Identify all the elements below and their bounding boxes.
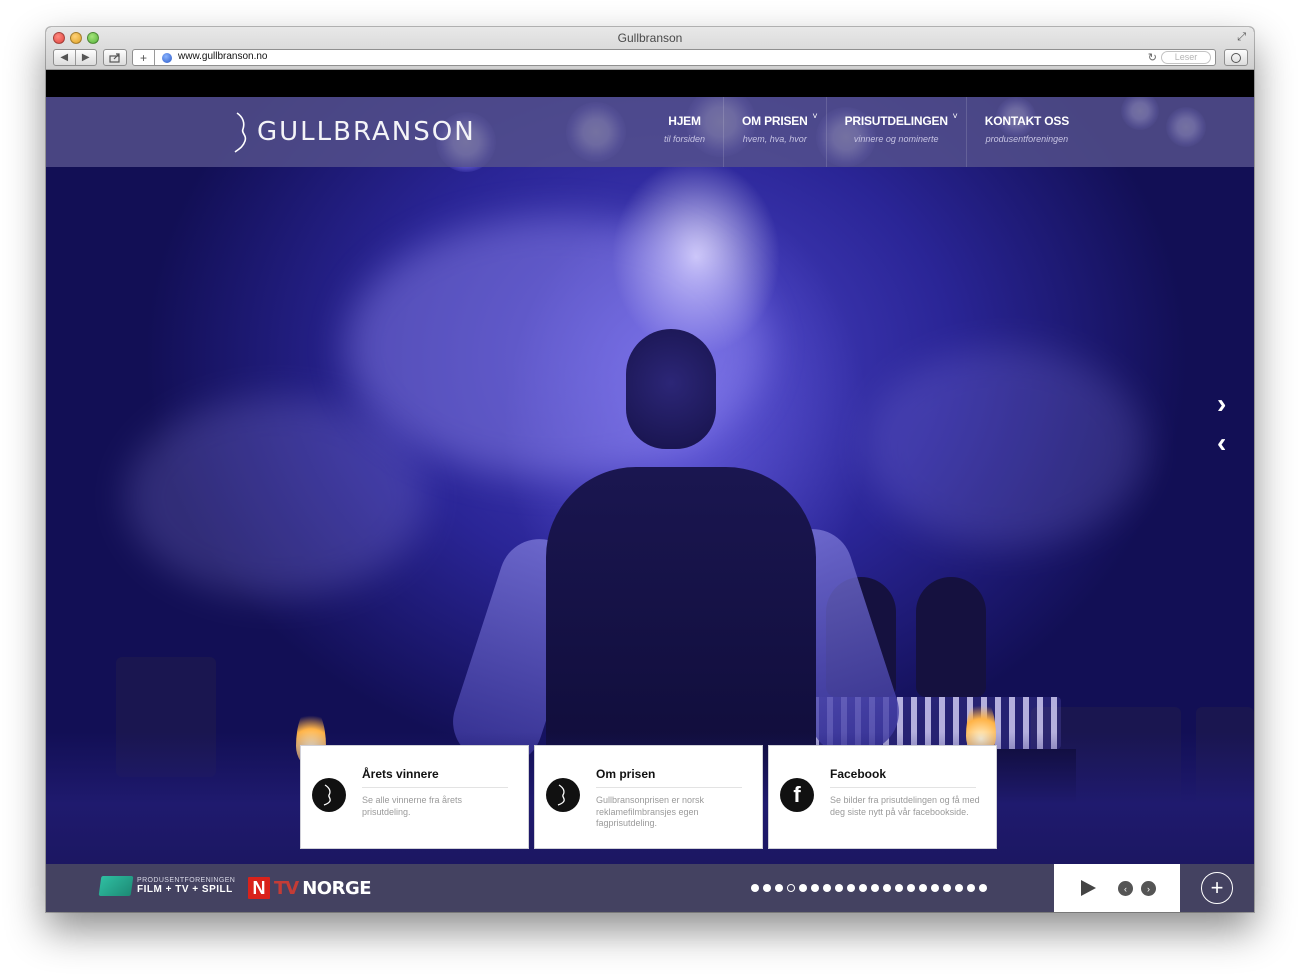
share-icon bbox=[109, 52, 120, 63]
slide-dot[interactable] bbox=[919, 884, 927, 892]
produsentforeningen-logo[interactable]: PRODUSENTFORENINGEN FILM + TV + SPILL bbox=[98, 876, 236, 896]
slideshow-controls: ‹ › bbox=[1054, 864, 1180, 912]
card-text: Se alle vinnerne fra årets prisutdeling. bbox=[362, 795, 463, 817]
nav-label: HJEM bbox=[668, 114, 701, 128]
forward-arrow-icon[interactable]: ▶ bbox=[76, 52, 97, 63]
nav-label: OM PRISEN bbox=[742, 114, 808, 128]
slide-dot[interactable] bbox=[811, 884, 819, 892]
nav-subtitle: til forsiden bbox=[664, 134, 706, 144]
divider bbox=[596, 787, 742, 788]
slide-dot[interactable] bbox=[967, 884, 975, 892]
slide-dot[interactable] bbox=[931, 884, 939, 892]
slide-dot[interactable] bbox=[775, 884, 783, 892]
slide-dot[interactable] bbox=[871, 884, 879, 892]
slide-dot[interactable] bbox=[955, 884, 963, 892]
footer-bar: PRODUSENTFORENINGEN FILM + TV + SPILL N … bbox=[46, 864, 1254, 912]
card-text: Gullbransonprisen er norsk reklamefilmbr… bbox=[596, 795, 705, 828]
performer-head bbox=[626, 329, 716, 449]
card-title: Facebook bbox=[830, 767, 887, 781]
next-slide-arrow-icon[interactable]: › bbox=[1217, 390, 1226, 418]
card-title: Om prisen bbox=[596, 767, 656, 781]
add-bookmark-icon[interactable]: + bbox=[133, 50, 155, 65]
main-nav: HJEM til forsiden ˅ OM PRISEN hvem, hva,… bbox=[646, 97, 1087, 167]
card-facebook[interactable]: f Facebook Se bilder fra prisutdelingen … bbox=[768, 745, 997, 849]
next-icon[interactable]: › bbox=[1141, 881, 1156, 896]
slide-dot[interactable] bbox=[835, 884, 843, 892]
page-viewport: GULLBRANSON HJEM til forsiden ˅ OM PRISE… bbox=[46, 71, 1254, 912]
divider bbox=[362, 787, 508, 788]
facebook-icon: f bbox=[780, 778, 814, 812]
slide-dot[interactable] bbox=[799, 884, 807, 892]
nav-item-prisutdelingen[interactable]: ˅ PRISUTDELINGEN vinnere og nominerte bbox=[827, 97, 967, 167]
smoke-haze bbox=[126, 397, 426, 597]
logo-norge-text: NORGE bbox=[302, 877, 372, 899]
gullbranson-mark-icon bbox=[312, 778, 346, 812]
slide-dot[interactable] bbox=[883, 884, 891, 892]
slide-dot[interactable] bbox=[823, 884, 831, 892]
site-logo[interactable]: GULLBRANSON bbox=[233, 111, 476, 153]
reader-button[interactable]: Leser bbox=[1161, 51, 1211, 64]
share-button[interactable] bbox=[103, 49, 127, 66]
slide-dot[interactable] bbox=[847, 884, 855, 892]
card-text: Se bilder fra prisutdelingen og få med d… bbox=[830, 795, 980, 817]
back-forward-group: ◀ ▶ bbox=[53, 49, 97, 66]
nav-subtitle: produsentforeningen bbox=[985, 134, 1069, 144]
musician bbox=[916, 577, 986, 697]
back-arrow-icon[interactable]: ◀ bbox=[54, 52, 75, 63]
slide-dot[interactable] bbox=[787, 884, 795, 892]
logo-small-text: PRODUSENTFORENINGEN bbox=[137, 877, 236, 884]
play-icon[interactable] bbox=[1081, 880, 1096, 896]
title-bar: Gullbranson ⤢ ◀ ▶ + www.gullbranson.no ↻… bbox=[46, 27, 1254, 70]
previous-slide-arrow-icon[interactable]: ‹ bbox=[1217, 429, 1226, 457]
site-header: GULLBRANSON HJEM til forsiden ˅ OM PRISE… bbox=[46, 97, 1254, 167]
gullbranson-mark-icon bbox=[234, 112, 247, 153]
logo-tv-text: TV bbox=[274, 877, 299, 899]
smoke-haze bbox=[866, 347, 1146, 547]
nav-item-om-prisen[interactable]: ˅ OM PRISEN hvem, hva, hvor bbox=[724, 97, 827, 167]
nav-item-kontakt-oss[interactable]: KONTAKT OSS produsentforeningen bbox=[967, 97, 1087, 167]
globe-icon bbox=[162, 53, 172, 63]
address-bar[interactable]: + www.gullbranson.no ↻ Leser bbox=[132, 49, 1216, 66]
window-title: Gullbranson bbox=[617, 31, 683, 45]
plus-icon[interactable]: + bbox=[1201, 872, 1233, 904]
downloads-button[interactable] bbox=[1224, 49, 1248, 66]
slide-pagination bbox=[751, 884, 987, 892]
card-title: Årets vinnere bbox=[362, 767, 439, 781]
slide-dot[interactable] bbox=[751, 884, 759, 892]
slide-dot[interactable] bbox=[763, 884, 771, 892]
logo-text: GULLBRANSON bbox=[257, 117, 476, 147]
tvnorge-n-icon: N bbox=[248, 877, 270, 899]
tvnorge-logo[interactable]: N TV NORGE bbox=[248, 877, 372, 899]
nav-label: KONTAKT OSS bbox=[984, 114, 1070, 128]
slide-dot[interactable] bbox=[979, 884, 987, 892]
reload-icon[interactable]: ↻ bbox=[1148, 51, 1157, 64]
nav-subtitle: vinnere og nominerte bbox=[853, 134, 939, 144]
slide-dot[interactable] bbox=[943, 884, 951, 892]
produsentforeningen-mark-icon bbox=[98, 876, 134, 896]
nav-subtitle: hvem, hva, hvor bbox=[742, 134, 807, 144]
slide-dot[interactable] bbox=[859, 884, 867, 892]
previous-icon[interactable]: ‹ bbox=[1118, 881, 1133, 896]
slide-dot[interactable] bbox=[907, 884, 915, 892]
slide-dot[interactable] bbox=[895, 884, 903, 892]
dropdown-caret-icon: ˅ bbox=[952, 111, 958, 121]
divider bbox=[830, 787, 976, 788]
nav-item-hjem[interactable]: HJEM til forsiden bbox=[646, 97, 725, 167]
gullbranson-mark-icon bbox=[546, 778, 580, 812]
browser-window: Gullbranson ⤢ ◀ ▶ + www.gullbranson.no ↻… bbox=[46, 27, 1254, 912]
downloads-icon bbox=[1231, 52, 1241, 63]
nav-label: PRISUTDELINGEN bbox=[844, 114, 948, 128]
card-arets-vinnere[interactable]: Årets vinnere Se alle vinnerne fra årets… bbox=[300, 745, 529, 849]
url-text[interactable]: www.gullbranson.no bbox=[178, 51, 268, 62]
fullscreen-icon[interactable]: ⤢ bbox=[1237, 31, 1246, 44]
card-om-prisen[interactable]: Om prisen Gullbransonprisen er norsk rek… bbox=[534, 745, 763, 849]
dropdown-caret-icon: ˅ bbox=[812, 111, 818, 121]
logo-big-text: FILM + TV + SPILL bbox=[137, 884, 233, 895]
